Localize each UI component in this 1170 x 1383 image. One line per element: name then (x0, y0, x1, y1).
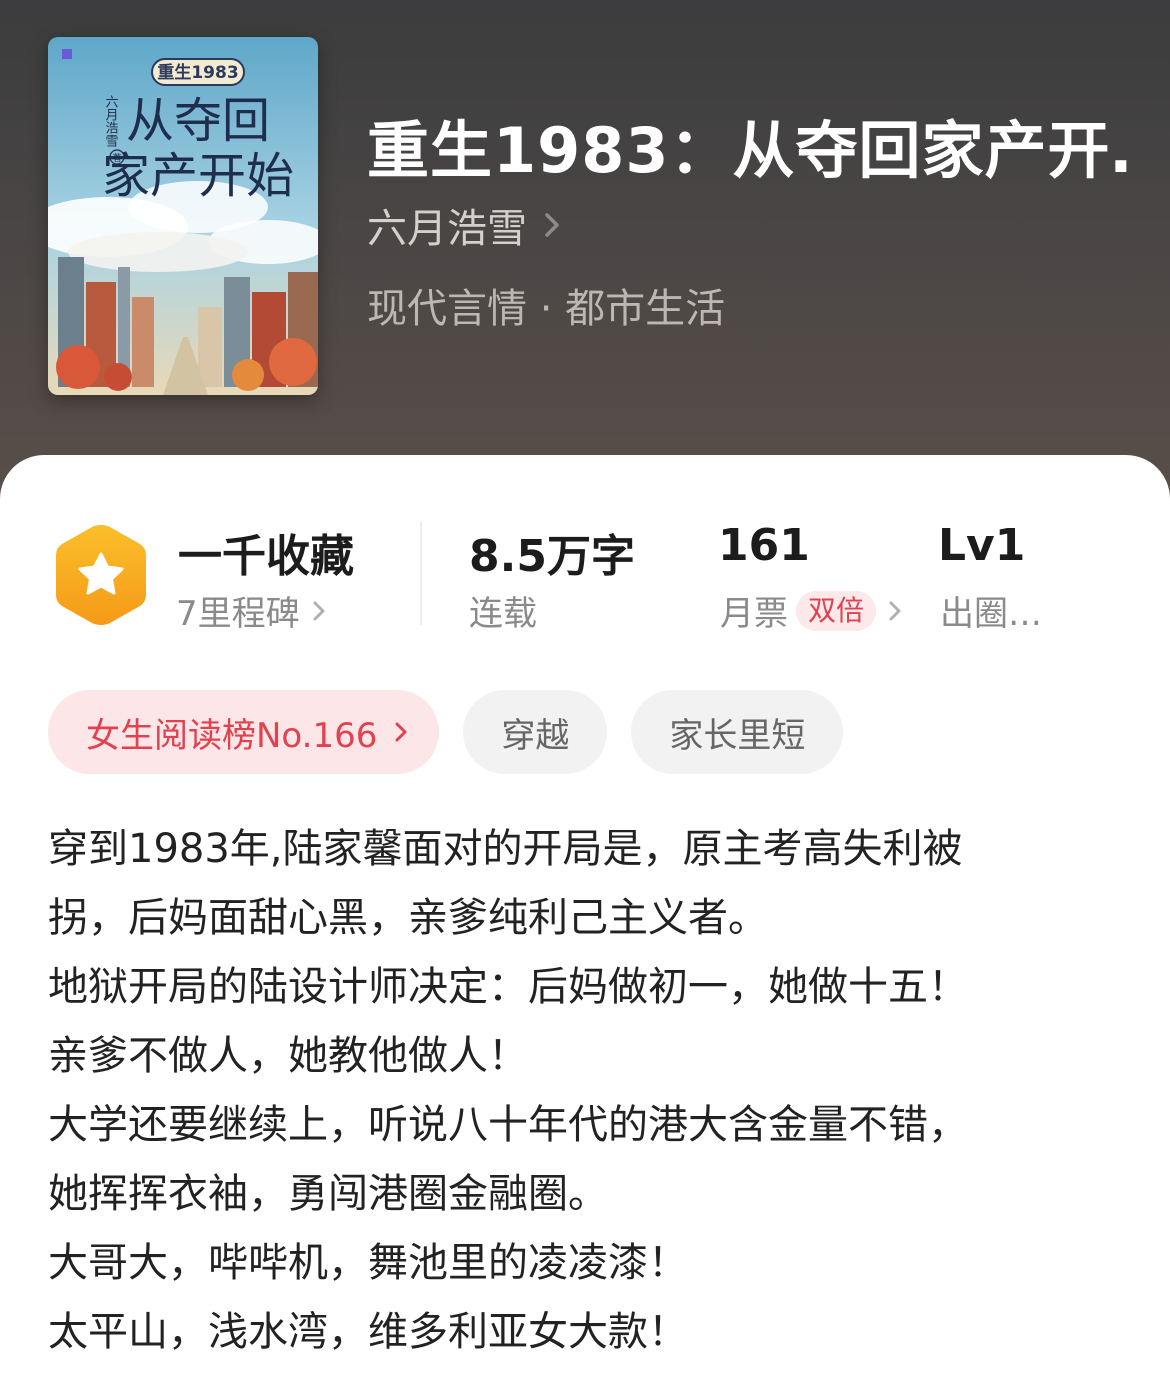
chevron-right-icon (889, 601, 901, 620)
cover-author: 六月浩雪 (103, 95, 119, 147)
serial-status: 连载 (469, 594, 537, 634)
description-line: 拐，后妈面甜心黑，亲爹纯利己主义者。 (48, 895, 768, 941)
level-label[interactable]: 出圈… (940, 586, 1042, 635)
book-category[interactable]: 现代言情 · 都市生活 (367, 276, 725, 334)
description-line: 大学还要继续上，听说八十年代的港大含金量不错， (48, 1102, 968, 1148)
stats-row: 一千收藏 7里程碑 8.5万字 连载 161 月票 双倍 Lv1 出圈… (0, 455, 1170, 655)
monthly-ticket-count: 161 (718, 520, 810, 571)
milestone-title: 一千收藏 (178, 531, 354, 582)
tag-chip[interactable]: 穿越 (463, 690, 608, 774)
tag-chip[interactable]: 家长里短 (631, 690, 844, 774)
monthly-ticket-link[interactable]: 月票 双倍 (720, 586, 902, 635)
cover-title-line2: 家产开始 (102, 148, 294, 204)
star-hexagon-icon (56, 525, 146, 625)
milestone-count: 7里程碑 (176, 594, 300, 634)
cover-author-mark: 著 (112, 152, 121, 164)
book-header: 重生1983 从夺回 家产开始 六月浩雪 著 重生1983：从夺回家产开… 六月… (0, 0, 1170, 520)
chevron-right-icon (545, 213, 559, 237)
monthly-ticket-label: 月票 (720, 594, 788, 634)
ranking-tag[interactable]: 女生阅读榜No.166 (48, 690, 440, 774)
stats-divider (420, 521, 422, 625)
description-line: 亲爹不做人，她教他做人！ (48, 1033, 528, 1079)
level-value: Lv1 (938, 520, 1026, 571)
description-line: 大哥大，哔哔机，舞池里的凌凌漆！ (48, 1240, 688, 1286)
double-ticket-badge: 双倍 (796, 590, 877, 631)
word-count: 8.5万字 (469, 531, 635, 582)
chevron-right-icon (313, 601, 325, 620)
description-line: 地狱开局的陆设计师决定：后妈做初一，她做十五！ (48, 964, 968, 1010)
book-title: 重生1983：从夺回家产开… (367, 114, 1127, 187)
description-line: 太平山，浅水湾，维多利亚女大款！ (48, 1309, 688, 1355)
description-line: 穿到1983年,陆家馨面对的开局是，原主考高失利被 (48, 826, 963, 872)
chevron-right-icon (395, 722, 407, 742)
cover-illustration: 重生1983 从夺回 家产开始 六月浩雪 著 (48, 37, 318, 395)
tag-row: 女生阅读榜No.166 穿越 家长里短 (48, 690, 844, 774)
ranking-label: 女生阅读榜No.166 (86, 715, 378, 756)
author-link[interactable]: 六月浩雪 (367, 196, 563, 254)
book-info-card: 一千收藏 7里程碑 8.5万字 连载 161 月票 双倍 Lv1 出圈… 女生阅… (0, 455, 1170, 1383)
description-line: 她挥挥衣袖，勇闯港圈金融圈。 (48, 1171, 608, 1217)
cover-series-label: 重生1983 (157, 62, 238, 83)
milestone-link[interactable]: 7里程碑 (176, 586, 326, 635)
author-name: 六月浩雪 (367, 206, 527, 252)
book-description[interactable]: 穿到1983年,陆家馨面对的开局是，原主考高失利被 拐，后妈面甜心黑，亲爹纯利己… (48, 815, 1138, 1367)
book-cover[interactable]: 重生1983 从夺回 家产开始 六月浩雪 著 (48, 37, 318, 395)
cover-title-line1: 从夺回 (126, 93, 270, 149)
